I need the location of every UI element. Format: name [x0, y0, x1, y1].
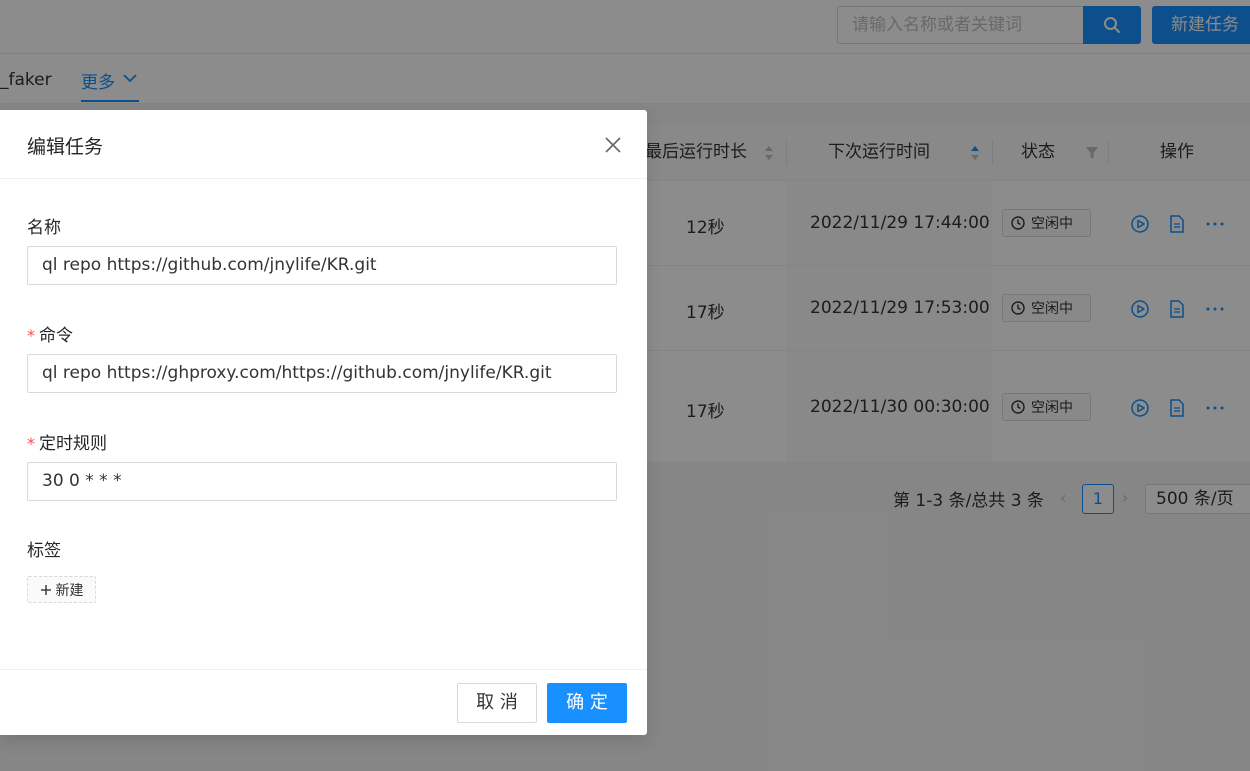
- ok-button[interactable]: 确 定: [547, 683, 627, 723]
- required-mark: *: [27, 434, 35, 453]
- edit-task-modal: 编辑任务 名称 ql repo https://github.com/jnyli…: [0, 110, 647, 735]
- command-input[interactable]: ql repo https://ghproxy.com/https://gith…: [27, 354, 617, 393]
- name-input[interactable]: ql repo https://github.com/jnylife/KR.gi…: [27, 246, 617, 285]
- new-tag-button[interactable]: 新建: [27, 576, 96, 603]
- schedule-input[interactable]: 30 0 * * *: [27, 462, 617, 501]
- modal-title: 编辑任务: [27, 136, 104, 158]
- cancel-button[interactable]: 取 消: [457, 683, 537, 723]
- required-mark: *: [27, 326, 35, 345]
- schedule-label: * 定时规则: [27, 429, 107, 454]
- command-label-text: 命令: [39, 326, 73, 346]
- name-label: 名称: [27, 218, 61, 238]
- tags-label: 标签: [27, 541, 61, 561]
- modal-header: 编辑任务: [0, 110, 647, 179]
- new-tag-label: 新建: [55, 582, 84, 599]
- modal-footer: 取 消 确 定: [0, 669, 647, 735]
- plus-icon: [40, 584, 51, 595]
- schedule-label-text: 定时规则: [39, 434, 107, 454]
- command-label: * 命令: [27, 321, 73, 346]
- close-icon[interactable]: [604, 136, 622, 154]
